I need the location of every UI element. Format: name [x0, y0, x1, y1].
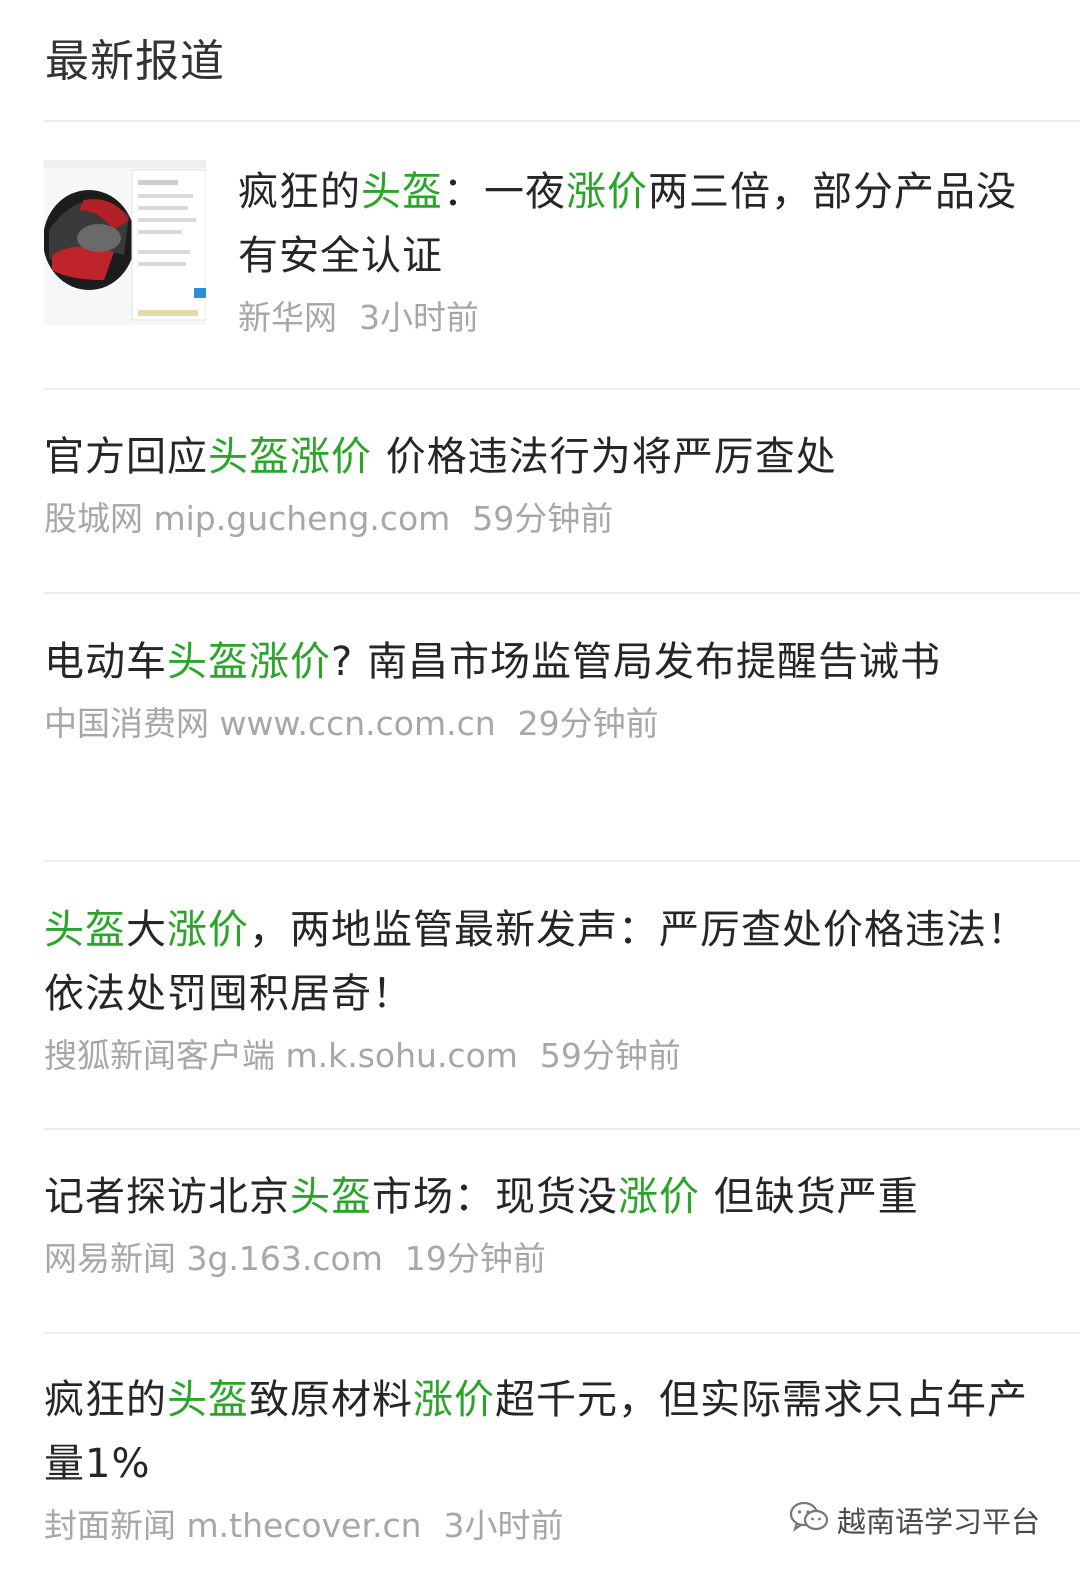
news-time: 3小时前 — [359, 298, 479, 337]
news-item[interactable]: 头盔大涨价，两地监管最新发声：严厉查处价格违法！依法处罚囤积居奇！ 搜狐新闻客户… — [44, 898, 1036, 1080]
headline-keyword: 头盔 — [44, 907, 126, 953]
news-item[interactable]: 疯狂的头盔：一夜涨价两三倍，部分产品没有安全认证 新华网 3小时前 — [44, 160, 1036, 360]
news-headline[interactable]: 头盔大涨价，两地监管最新发声：严厉查处价格违法！依法处罚囤积居奇！ — [44, 898, 1036, 1026]
headline-text: 大 — [126, 907, 167, 953]
headline-keyword: 头盔涨价 — [208, 434, 372, 480]
news-feed-page: 最新报道 疯狂的头盔：一夜涨价两三倍，部分产品没有安全认证 新华网 3小时前 官… — [0, 0, 1080, 1571]
news-source: 网易新闻 3g.163.com — [44, 1239, 383, 1278]
section-title: 最新报道 — [45, 36, 225, 87]
headline-text: 市场：现货没 — [372, 1174, 618, 1220]
news-item[interactable]: 电动车头盔涨价? 南昌市场监管局发布提醒告诫书 中国消费网 www.ccn.co… — [44, 630, 1036, 748]
watermark: 越南语学习平台 — [788, 1499, 1040, 1541]
headline-keyword: 头盔 — [361, 169, 443, 215]
news-headline[interactable]: 疯狂的头盔致原材料涨价超千元，但实际需求只占年产量1% — [44, 1368, 1036, 1496]
headline-keyword: 涨价 — [413, 1377, 495, 1423]
news-text: 疯狂的头盔：一夜涨价两三倍，部分产品没有安全认证 新华网 3小时前 — [238, 160, 1036, 342]
headline-text: 疯狂的 — [238, 169, 361, 215]
news-item[interactable]: 官方回应头盔涨价 价格违法行为将严厉查处 股城网 mip.gucheng.com… — [44, 425, 1036, 543]
headline-text: 但缺货严重 — [700, 1174, 919, 1220]
news-meta: 股城网 mip.gucheng.com 59分钟前 — [44, 495, 1036, 543]
news-meta: 中国消费网 www.ccn.com.cn 29分钟前 — [44, 700, 1036, 748]
divider — [44, 592, 1080, 594]
news-source: 封面新闻 m.thecover.cn — [44, 1506, 422, 1545]
headline-keyword: 头盔涨价 — [167, 639, 331, 685]
news-time: 59分钟前 — [539, 1036, 681, 1075]
divider — [44, 388, 1080, 390]
news-time: 59分钟前 — [472, 499, 614, 538]
headline-text: ? 南昌市场监管局发布提醒告诫书 — [331, 639, 941, 685]
news-headline[interactable]: 记者探访北京头盔市场：现货没涨价 但缺货严重 — [44, 1165, 1036, 1229]
watermark-text: 越南语学习平台 — [836, 1505, 1040, 1539]
news-thumbnail — [44, 160, 206, 325]
news-meta: 搜狐新闻客户端 m.k.sohu.com 59分钟前 — [44, 1032, 1036, 1080]
divider — [44, 1128, 1080, 1130]
news-source: 新华网 — [238, 298, 337, 337]
headline-text: ：一夜 — [443, 169, 566, 215]
news-time: 19分钟前 — [404, 1239, 546, 1278]
headline-text: 官方回应 — [44, 434, 208, 480]
news-time: 3小时前 — [443, 1506, 564, 1545]
headline-keyword: 涨价 — [566, 169, 648, 215]
divider — [44, 120, 1080, 122]
news-source: 搜狐新闻客户端 m.k.sohu.com — [44, 1036, 518, 1075]
news-headline[interactable]: 官方回应头盔涨价 价格违法行为将严厉查处 — [44, 425, 1036, 489]
news-meta: 新华网 3小时前 — [238, 294, 1036, 342]
news-item[interactable]: 记者探访北京头盔市场：现货没涨价 但缺货严重 网易新闻 3g.163.com 19… — [44, 1165, 1036, 1283]
news-source: 中国消费网 www.ccn.com.cn — [44, 704, 496, 743]
headline-keyword: 头盔 — [167, 1377, 249, 1423]
news-source: 股城网 mip.gucheng.com — [44, 499, 451, 538]
headline-text: 记者探访北京 — [44, 1174, 290, 1220]
wechat-icon — [789, 1501, 829, 1540]
headline-text: 价格违法行为将严厉查处 — [372, 434, 837, 480]
headline-text: 电动车 — [44, 639, 167, 685]
news-headline[interactable]: 电动车头盔涨价? 南昌市场监管局发布提醒告诫书 — [44, 630, 1036, 694]
headline-keyword: 头盔 — [290, 1174, 372, 1220]
news-headline[interactable]: 疯狂的头盔：一夜涨价两三倍，部分产品没有安全认证 — [238, 160, 1036, 288]
headline-keyword: 涨价 — [167, 907, 249, 953]
news-time: 29分钟前 — [517, 704, 659, 743]
divider — [44, 860, 1080, 862]
headline-text: 致原材料 — [249, 1377, 413, 1423]
divider — [44, 1332, 1080, 1334]
headline-text: 疯狂的 — [44, 1377, 167, 1423]
headline-keyword: 涨价 — [618, 1174, 700, 1220]
news-meta: 网易新闻 3g.163.com 19分钟前 — [44, 1235, 1036, 1283]
